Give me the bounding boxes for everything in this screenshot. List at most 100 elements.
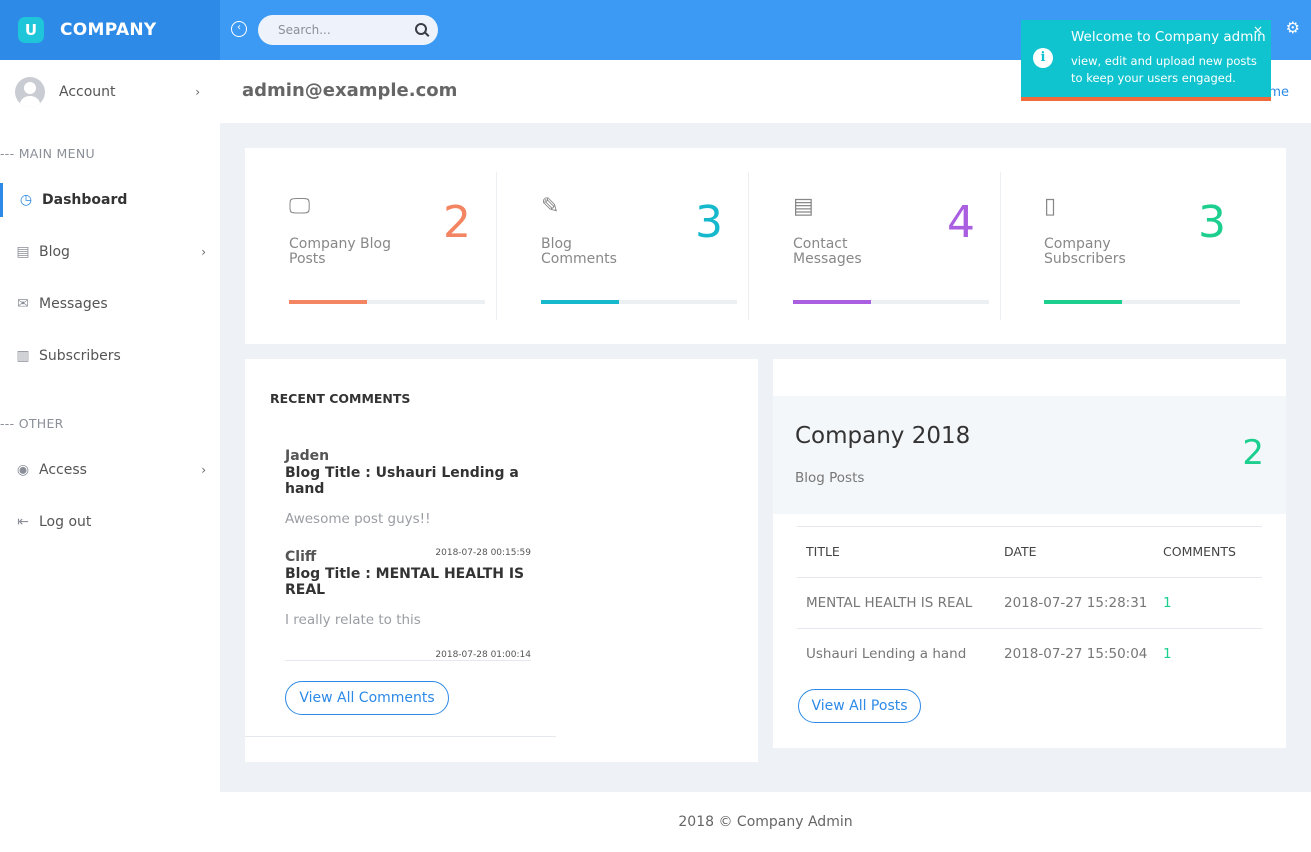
stat-progress-fill [793,300,872,304]
sidebar: Account › --- MAIN MENU ◷ Dashboard ▤ Bl… [0,60,220,852]
view-all-comments-button[interactable]: View All Comments [285,681,449,715]
stat-progress-fill [541,300,620,304]
posts-title: Company 2018 [795,423,971,449]
recent-comments-card: RECENT COMMENTS Jaden Blog Title : Ushau… [245,359,758,762]
document-icon: ▤ [16,244,30,260]
search-box [258,15,438,45]
user-email: admin@example.com [242,80,458,101]
stat-blog-posts: 🖵 Company Blog Posts 2 [245,172,497,320]
comment-blog-title[interactable]: Blog Title : MENTAL HEALTH IS REAL [285,566,531,598]
clipboard-icon: ▯ [1044,194,1057,219]
stat-value: 3 [695,197,723,248]
stat-subscribers: ▯ Company Subscribers 3 [1000,172,1252,320]
account-menu[interactable]: Account › [15,77,210,107]
chevron-right-icon: › [195,85,200,99]
posts-subtitle: Blog Posts [795,470,865,486]
sidebar-item-blog[interactable]: ▤ Blog › [0,235,220,269]
table-row: Ushauri Lending a hand 2018-07-27 15:50:… [797,628,1262,679]
welcome-toast: i Welcome to Company admin view, edit an… [1021,20,1271,101]
company-logo-icon: U [18,17,44,43]
clock-icon: ◷ [19,192,33,208]
stat-progress-fill [1044,300,1123,304]
post-title: Ushauri Lending a hand [806,646,967,662]
posts-count: 2 [1242,433,1264,473]
monitor-icon: 🖵 [289,194,311,219]
notepad-icon: ✎ [541,194,560,219]
post-date: 2018-07-27 15:28:31 [1004,595,1148,611]
stat-progress [1044,300,1240,304]
comment-author: Cliff [285,549,317,565]
footer: 2018 © Company Admin [220,792,1311,852]
divider [245,736,556,737]
post-comments-count[interactable]: 1 [1163,646,1172,662]
main-menu-label: --- MAIN MENU [0,146,95,161]
column-header: DATE [1004,544,1037,559]
collapse-sidebar-icon[interactable]: ‹ [231,21,247,37]
comment-item: Cliff Blog Title : MENTAL HEALTH IS REAL… [285,549,531,660]
sidebar-item-messages[interactable]: ✉ Messages [0,287,220,321]
document-icon: ▤ [793,194,814,219]
stat-progress-fill [289,300,368,304]
comment-text: I really relate to this [285,612,421,628]
column-header: TITLE [806,544,840,559]
comment-item: Jaden Blog Title : Ushauri Lending a han… [285,448,531,558]
view-all-posts-button[interactable]: View All Posts [798,689,921,723]
section-title: RECENT COMMENTS [270,391,411,406]
search-icon[interactable] [415,23,427,35]
footer-text: 2018 © Company Admin [678,814,853,830]
stat-label: Blog Comments [541,236,617,267]
comment-text: Awesome post guys!! [285,511,431,527]
search-input[interactable] [258,15,398,45]
stat-label: Company Blog Posts [289,236,391,267]
stat-progress [289,300,485,304]
comment-author: Jaden [285,448,330,464]
toast-title: Welcome to Company admin [1071,29,1266,45]
gear-icon[interactable]: ⚙ [1286,20,1300,36]
stat-label: Company Subscribers [1044,236,1126,267]
comment-blog-title[interactable]: Blog Title : Ushauri Lending a hand [285,465,531,497]
envelope-icon: ✉ [17,296,29,312]
sidebar-item-access[interactable]: ◉ Access › [0,453,220,487]
post-date: 2018-07-27 15:50:04 [1004,646,1148,662]
sidebar-item-logout[interactable]: ⇤ Log out [0,505,220,539]
sidebar-item-label: Dashboard [42,192,128,208]
logout-icon: ⇤ [17,514,29,530]
stat-progress [541,300,737,304]
brand[interactable]: U COMPANY [0,0,220,60]
sidebar-item-dashboard[interactable]: ◷ Dashboard [0,183,220,217]
book-icon: ▥ [16,348,30,364]
account-label: Account [59,84,116,100]
other-label: --- OTHER [0,416,64,431]
stat-progress [793,300,989,304]
close-icon[interactable]: × [1253,23,1263,37]
eye-icon: ◉ [16,462,30,478]
comment-date: 2018-07-28 01:00:14 [435,650,531,660]
table-row: MENTAL HEALTH IS REAL 2018-07-27 15:28:3… [797,577,1262,628]
stat-blog-comments: ✎ Blog Comments 3 [497,172,749,320]
table-header: TITLE DATE COMMENTS [797,526,1262,577]
chevron-right-icon: › [201,463,206,477]
divider [285,660,531,661]
sidebar-item-subscribers[interactable]: ▥ Subscribers [0,339,220,373]
posts-table: TITLE DATE COMMENTS MENTAL HEALTH IS REA… [797,526,1262,679]
sidebar-item-label: Access [39,462,87,478]
avatar [15,77,45,107]
chevron-right-icon: › [201,245,206,259]
stat-value: 3 [1198,197,1226,248]
stats-card: 🖵 Company Blog Posts 2 ✎ Blog Comments 3… [245,148,1286,344]
brand-name: COMPANY [60,20,157,40]
stat-value: 2 [443,197,471,248]
stat-value: 4 [947,197,975,248]
column-header: COMMENTS [1163,544,1236,559]
sidebar-item-label: Subscribers [39,348,121,364]
sidebar-item-label: Log out [39,514,92,530]
post-comments-count[interactable]: 1 [1163,595,1172,611]
post-title: MENTAL HEALTH IS REAL [806,595,973,611]
posts-summary: Company 2018 Blog Posts 2 [773,396,1286,514]
home-link[interactable]: me [1268,85,1289,100]
info-icon: i [1033,48,1053,68]
stat-label: Contact Messages [793,236,862,267]
blog-posts-card: Company 2018 Blog Posts 2 TITLE DATE COM… [773,359,1286,748]
stat-contact-messages: ▤ Contact Messages 4 [749,172,1001,320]
sidebar-item-label: Messages [39,296,108,312]
